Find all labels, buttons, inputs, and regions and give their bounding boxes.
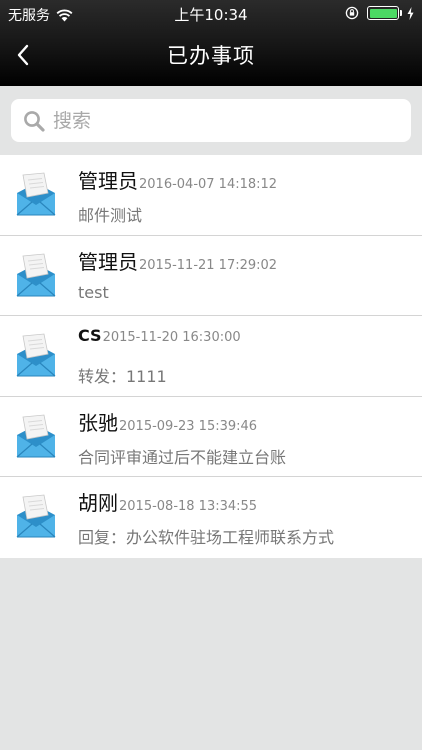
- item-date: 2016-04-07 14:18:12: [139, 177, 278, 192]
- mail-icon: [16, 253, 56, 296]
- status-bar: 无服务 上午10:34: [0, 0, 422, 28]
- charging-icon: [407, 6, 414, 20]
- item-date: 2015-08-18 13:34:55: [119, 499, 258, 514]
- search-area: [0, 86, 422, 154]
- mail-icon: [16, 172, 56, 216]
- sender-name: 管理员: [78, 249, 138, 274]
- done-items-list: 管理员 2016-04-07 14:18:12 邮件测试 管理员 2015-11…: [0, 155, 422, 558]
- search-input[interactable]: [53, 109, 383, 132]
- item-subject: 回复：办公软件驻场工程师联系方式: [78, 528, 335, 547]
- list-item[interactable]: CS 2015-11-20 16:30:00 转发：1111: [0, 316, 422, 397]
- item-header: 胡刚 2015-08-18 13:34:55: [78, 487, 257, 516]
- orientation-lock-icon: [345, 6, 359, 20]
- item-header: 管理员 2016-04-07 14:18:12: [78, 165, 277, 194]
- sender-name: 胡刚: [78, 491, 118, 515]
- item-header: 张驰 2015-09-23 15:39:46: [78, 407, 257, 436]
- search-icon: [24, 110, 45, 132]
- battery-icon: [367, 6, 402, 20]
- item-subject: test: [78, 282, 109, 302]
- item-date: 2015-11-21 17:29:02: [139, 257, 278, 273]
- sender-name: 张驰: [78, 410, 118, 435]
- list-item[interactable]: 胡刚 2015-08-18 13:34:55 回复：办公软件驻场工程师联系方式: [0, 477, 422, 558]
- battery-fill: [369, 8, 397, 18]
- mail-icon: [16, 494, 56, 538]
- item-header: 管理员 2015-11-21 17:29:02: [78, 246, 277, 275]
- sender-name: CS: [78, 326, 102, 345]
- item-subject: 合同评审通过后不能建立台账: [78, 447, 287, 467]
- mail-icon: [16, 333, 56, 377]
- list-item[interactable]: 张驰 2015-09-23 15:39:46 合同评审通过后不能建立台账: [0, 396, 422, 477]
- item-subject: 转发：1111: [78, 367, 167, 386]
- mail-icon: [16, 414, 56, 457]
- item-subject: 邮件测试: [78, 206, 143, 225]
- sender-name: 管理员: [78, 169, 138, 193]
- list-item[interactable]: 管理员 2015-11-21 17:29:02 test: [0, 235, 422, 316]
- list-item[interactable]: 管理员 2016-04-07 14:18:12 邮件测试: [0, 155, 422, 236]
- item-date: 2015-09-23 15:39:46: [119, 418, 258, 434]
- top-bar: 无服务 上午10:34 已办事项: [0, 0, 422, 86]
- item-date: 2015-11-20 16:30:00: [102, 330, 241, 345]
- search-bar[interactable]: [11, 99, 411, 142]
- status-right: [345, 6, 414, 20]
- page-title: 已办事项: [167, 44, 255, 68]
- item-header: CS 2015-11-20 16:30:00: [78, 326, 241, 345]
